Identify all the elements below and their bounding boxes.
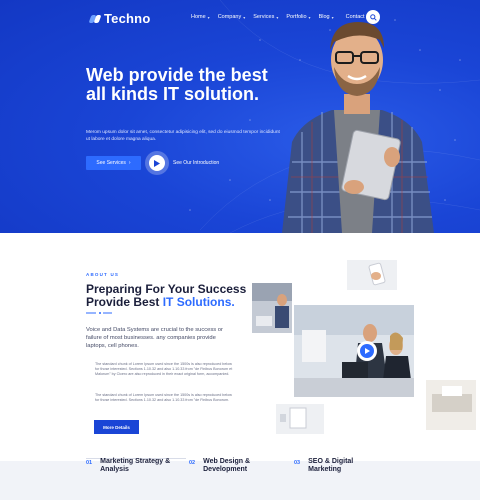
button-label: See Services (96, 160, 126, 166)
see-services-button[interactable]: See Services › (86, 156, 141, 170)
hero-description: Merom upsum dolor sit amet, consectetur … (86, 130, 280, 142)
logo-icon (88, 14, 102, 23)
nav-item-label: Home (191, 14, 206, 20)
about-title-accent: IT Solutions. (162, 295, 235, 309)
hero-title: Web provide the best all kinds IT soluti… (86, 65, 268, 104)
chevron-down-icon: ▾ (243, 14, 246, 20)
nav-item-company[interactable]: Company ▾ (218, 14, 246, 20)
play-button-inner (149, 155, 165, 171)
about-paragraph: The standard chunk of Lorem Ipsum used s… (95, 362, 233, 376)
service-title: Marketing Strategy & Analysis (100, 458, 171, 473)
about-image-collage (252, 260, 476, 434)
more-details-button[interactable]: More Details (94, 420, 139, 434)
about-eyebrow: ABOUT US (86, 272, 120, 277)
nav-item-home[interactable]: Home ▾ (191, 14, 210, 20)
intro-link[interactable]: See Our Introduction (173, 160, 219, 166)
title-underline (86, 312, 112, 314)
service-number: 01 (86, 460, 93, 466)
about-title: Preparing For Your Success Provide Best … (86, 283, 256, 309)
service-item[interactable]: 01 Marketing Strategy & Analysis (86, 458, 180, 474)
about-paragraph: The standard chunk of Lorem Ipsum used s… (95, 393, 232, 402)
hero-person-image (282, 22, 434, 233)
nav-item-label: Company (217, 14, 242, 20)
play-icon (154, 159, 160, 167)
service-item[interactable]: 03 SEO & Digital Marketing (294, 458, 388, 474)
service-item[interactable]: 02 Web Design & Development (189, 458, 283, 474)
service-number: 02 (189, 460, 196, 466)
service-number: 03 (294, 460, 301, 466)
hero-section: Techno Home ▾ Company ▾ Services ▾ Portf… (0, 0, 480, 233)
arrow-right-icon: › (128, 160, 131, 166)
service-title: SEO & Digital Marketing (308, 458, 354, 473)
logo[interactable]: Techno (88, 11, 151, 26)
service-title: Web Design & Development (203, 458, 251, 473)
about-lead: Voice and Data Systems are crucial to th… (86, 327, 223, 349)
play-video-button[interactable] (145, 151, 169, 175)
logo-text: Techno (104, 11, 151, 26)
chevron-down-icon: ▾ (207, 14, 210, 20)
services-strip: 01 Marketing Strategy & Analysis 02 Web … (0, 458, 480, 500)
